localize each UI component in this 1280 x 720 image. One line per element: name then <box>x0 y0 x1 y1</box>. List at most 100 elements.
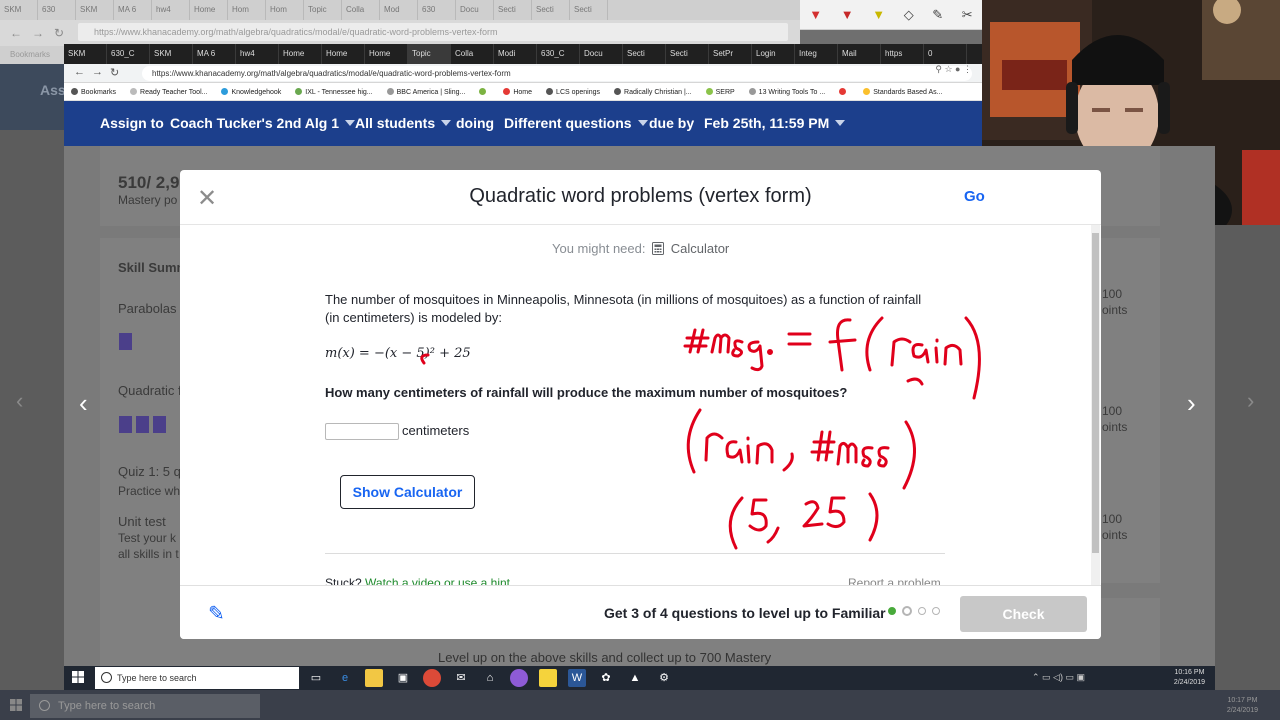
outer-chevron-left-icon[interactable]: ‹ <box>16 388 23 414</box>
tab-item[interactable]: 630_C <box>537 44 580 64</box>
bookmark-item[interactable]: Knowledgehook <box>214 87 288 96</box>
outer-tab-item[interactable]: Secti <box>494 0 532 20</box>
chrome-icon[interactable] <box>423 669 441 687</box>
pencil-tool-icon[interactable]: ✎ <box>932 7 943 23</box>
outer-tab-item[interactable]: SKM <box>0 0 38 20</box>
outer-reload-icon[interactable]: ↻ <box>54 26 64 40</box>
pencil-icon[interactable]: ✎ <box>208 601 225 626</box>
scrollbar-thumb[interactable] <box>1092 233 1099 553</box>
scrollbar[interactable] <box>1091 225 1100 585</box>
quadratic-skill[interactable]: Quadratic f <box>118 383 182 398</box>
outer-taskbar-search[interactable]: Type here to search <box>30 694 260 718</box>
tab-item[interactable]: SetPr <box>709 44 752 64</box>
bookmark-item[interactable]: LCS openings <box>539 87 607 96</box>
cortana-icon[interactable] <box>510 669 528 687</box>
tab-item[interactable]: https <box>881 44 924 64</box>
tab-item[interactable]: 630_C <box>107 44 150 64</box>
store-icon[interactable]: ▣ <box>394 669 412 687</box>
outer-tab-item[interactable]: SKM <box>76 0 114 20</box>
system-tray-icons[interactable]: ⌃ ▭ ◁) ▭ ▣ <box>1032 672 1085 683</box>
tab-item[interactable]: Integ <box>795 44 838 64</box>
word-icon[interactable]: W <box>568 669 586 687</box>
bookmark-item[interactable]: IXL - Tennessee hig... <box>288 87 379 96</box>
outer-tab-item[interactable]: Secti <box>570 0 608 20</box>
bookmark-item[interactable]: Ready Teacher Tool... <box>123 87 214 96</box>
taskbar-search[interactable]: Type here to search <box>95 667 299 689</box>
answer-input[interactable] <box>325 423 399 440</box>
red-pen-icon[interactable]: ▼ <box>809 7 822 22</box>
outer-tab-item[interactable]: 630 <box>418 0 456 20</box>
bookmark-item[interactable]: 13 Writing Tools To ... <box>742 87 833 96</box>
settings-icon[interactable]: ⚙ <box>655 669 673 687</box>
outer-tab-item[interactable]: Secti <box>532 0 570 20</box>
outer-url-bar[interactable]: https://www.khanacademy.org/math/algebra… <box>78 23 788 41</box>
quiz-label[interactable]: Quiz 1: 5 q <box>118 464 181 479</box>
tab-item[interactable]: Docu <box>580 44 623 64</box>
tab-item[interactable]: Modi <box>494 44 537 64</box>
eraser-icon[interactable]: ◇ <box>904 7 914 23</box>
questions-select[interactable]: Different questions <box>504 115 648 131</box>
chevron-left-icon[interactable]: ‹ <box>79 388 88 419</box>
outer-tab-item[interactable]: Home <box>190 0 228 20</box>
tab-item[interactable]: Home <box>279 44 322 64</box>
mail-icon[interactable]: ✉ <box>452 669 470 687</box>
tab-item[interactable]: Home <box>322 44 365 64</box>
sticky-notes-icon[interactable] <box>539 669 557 687</box>
file-explorer-icon[interactable] <box>365 669 383 687</box>
lasso-icon[interactable]: ✂ <box>962 7 973 23</box>
go-link[interactable]: Go <box>964 188 985 205</box>
home-app-icon[interactable]: ⌂ <box>481 669 499 687</box>
dark-red-pen-icon[interactable]: ▼ <box>841 7 854 22</box>
bookmark-item[interactable]: Bookmarks <box>64 87 123 96</box>
outer-tab-item[interactable]: 630 <box>38 0 76 20</box>
reload-icon[interactable]: ↻ <box>110 66 119 79</box>
bookmark-item[interactable]: Home <box>496 87 539 96</box>
tab-item[interactable]: Mail <box>838 44 881 64</box>
tab-item[interactable]: Login <box>752 44 795 64</box>
class-select[interactable]: Coach Tucker's 2nd Alg 1 <box>170 115 356 131</box>
clock[interactable]: 10:16 PM 2/24/2019 <box>1174 668 1205 688</box>
tab-item[interactable]: SKM <box>150 44 193 64</box>
tab-item[interactable]: Colla <box>451 44 494 64</box>
tab-item[interactable]: SKM <box>64 44 107 64</box>
tab-item[interactable]: MA 6 <box>193 44 236 64</box>
bookmark-item[interactable]: Standards Based As... <box>856 87 949 96</box>
bookmark-item[interactable] <box>832 87 856 96</box>
outer-chevron-right-icon[interactable]: › <box>1247 388 1254 414</box>
show-calculator-button[interactable]: Show Calculator <box>340 475 475 509</box>
bookmark-item[interactable] <box>472 87 496 96</box>
outer-tab-item[interactable]: MA 6 <box>114 0 152 20</box>
edge-icon[interactable]: e <box>336 669 354 687</box>
windows-start-icon[interactable] <box>72 671 84 683</box>
outer-tab-item[interactable]: Hom <box>228 0 266 20</box>
tab-item[interactable]: Secti <box>623 44 666 64</box>
outer-tab-item[interactable]: Hom <box>266 0 304 20</box>
chevron-right-icon[interactable]: › <box>1187 388 1196 419</box>
due-date-select[interactable]: Feb 25th, 11:59 PM <box>704 115 846 131</box>
bookmark-item[interactable]: BBC America | Sling... <box>380 87 473 96</box>
unit-test-label[interactable]: Unit test <box>118 514 166 529</box>
outer-tab-item[interactable]: Topic <box>304 0 342 20</box>
browser-extension-icons[interactable]: ⚲ ☆ ● ⋮ <box>935 64 972 75</box>
photos-icon[interactable]: ▲ <box>626 669 644 687</box>
tab-item[interactable]: Secti <box>666 44 709 64</box>
tab-item[interactable]: Topic <box>408 44 451 64</box>
task-view-icon[interactable]: ▭ <box>307 669 325 687</box>
back-icon[interactable]: ← <box>74 66 85 78</box>
app-icon[interactable]: ✿ <box>597 669 615 687</box>
highlighter-icon[interactable]: ▼ <box>872 7 885 22</box>
check-button[interactable]: Check <box>960 596 1087 632</box>
parabolas-skill[interactable]: Parabolas i <box>118 301 183 316</box>
tab-item[interactable]: 0 <box>924 44 967 64</box>
outer-tab-item[interactable]: Mod <box>380 0 418 20</box>
forward-icon[interactable]: → <box>92 66 103 78</box>
outer-back-icon[interactable]: ← <box>10 26 22 40</box>
outer-forward-icon[interactable]: → <box>32 26 44 40</box>
outer-windows-start-icon[interactable] <box>10 699 22 711</box>
tab-item[interactable]: Home <box>365 44 408 64</box>
outer-clock[interactable]: 10:17 PM 2/24/2019 <box>1227 696 1258 716</box>
outer-tab-item[interactable]: hw4 <box>152 0 190 20</box>
outer-tab-item[interactable]: Docu <box>456 0 494 20</box>
bookmark-item[interactable]: SERP <box>699 87 742 96</box>
bookmark-item[interactable]: Radically Christian |... <box>607 87 699 96</box>
